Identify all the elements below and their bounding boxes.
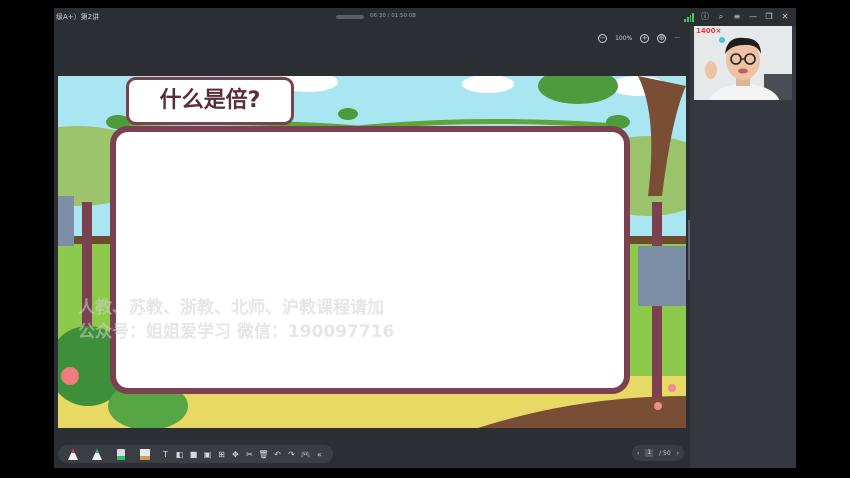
scissors-icon[interactable]: ✂	[244, 448, 255, 460]
info-icon[interactable]: ⓘ	[700, 11, 710, 22]
current-page[interactable]: 1	[645, 449, 654, 457]
undo-icon[interactable]: ↶	[272, 448, 283, 460]
playback-progress[interactable]	[336, 15, 364, 19]
shape-icon[interactable]	[136, 448, 154, 460]
writing-board[interactable]	[110, 126, 630, 394]
menu-icon[interactable]: ≡	[732, 11, 742, 22]
next-page-icon[interactable]: ›	[677, 450, 679, 457]
redo-icon[interactable]: ↷	[286, 448, 297, 460]
layers-icon[interactable]: ◧	[174, 448, 185, 460]
slide-title: 什么是倍?	[126, 77, 294, 125]
zoom-control: − 100% + ⊕ ···	[598, 34, 680, 43]
title-bar: 级A+）第2讲 06:30 / 01:50:08 ⓘ ⌕ ≡ — ❐ ✕	[54, 8, 796, 26]
side-panel: 1400×	[690, 26, 796, 468]
green-highlighter-icon[interactable]	[88, 448, 106, 460]
grid-icon[interactable]: ⊞	[216, 448, 227, 460]
drawing-tools: T ◧ ■ ▣ ⊞ ✥ ✂ 🗑 ↶ ↷ 🎮 «	[58, 445, 333, 463]
trash-icon[interactable]: 🗑	[258, 448, 269, 460]
collapse-icon[interactable]: «	[314, 448, 325, 460]
window-title: 级A+）第2讲	[56, 13, 100, 21]
search-icon[interactable]: ⌕	[716, 11, 726, 22]
eraser-icon[interactable]	[112, 448, 130, 460]
move-icon[interactable]: ✥	[230, 448, 241, 460]
fit-screen-icon[interactable]: ⊕	[657, 34, 667, 43]
total-pages: / 50	[659, 449, 671, 457]
restore-icon[interactable]: ❐	[764, 11, 774, 22]
zoom-level: 100%	[615, 35, 633, 42]
teacher-avatar-icon	[694, 26, 792, 100]
top-toolbar: − 100% + ⊕ ···	[54, 26, 690, 58]
watermark: 人教、苏教、浙教、北师、沪教课程请加 公众号：姐姐爱学习 微信：19009771…	[78, 296, 394, 344]
playback-time: 06:30 / 01:50:08	[370, 13, 416, 19]
close-icon[interactable]: ✕	[780, 11, 790, 22]
rectangle-icon[interactable]: ■	[188, 448, 199, 460]
minimize-icon[interactable]: —	[748, 11, 758, 22]
watermark-line-1: 人教、苏教、浙教、北师、沪教课程请加	[78, 298, 384, 318]
red-pen-icon[interactable]	[64, 448, 82, 460]
teacher-webcam: 1400×	[694, 26, 792, 100]
more-icon[interactable]: ···	[674, 35, 680, 42]
bottom-toolbar: T ◧ ■ ▣ ⊞ ✥ ✂ 🗑 ↶ ↷ 🎮 « ‹ 1 / 50 ›	[54, 438, 690, 468]
zoom-out-icon[interactable]: −	[598, 34, 608, 43]
zoom-in-icon[interactable]: +	[640, 34, 650, 43]
prev-page-icon[interactable]: ‹	[637, 450, 639, 457]
text-icon[interactable]: T	[160, 448, 171, 460]
scrollbar[interactable]	[688, 220, 690, 280]
signal-icon	[684, 11, 694, 22]
page-navigator: ‹ 1 / 50 ›	[632, 445, 684, 461]
camera-label: 1400×	[696, 27, 722, 35]
window-controls: ⓘ ⌕ ≡ — ❐ ✕	[684, 11, 790, 22]
gamepad-icon[interactable]: 🎮	[300, 448, 311, 460]
image-icon[interactable]: ▣	[202, 448, 213, 460]
watermark-line-2: 公众号：姐姐爱学习 微信：190097716	[78, 322, 395, 342]
